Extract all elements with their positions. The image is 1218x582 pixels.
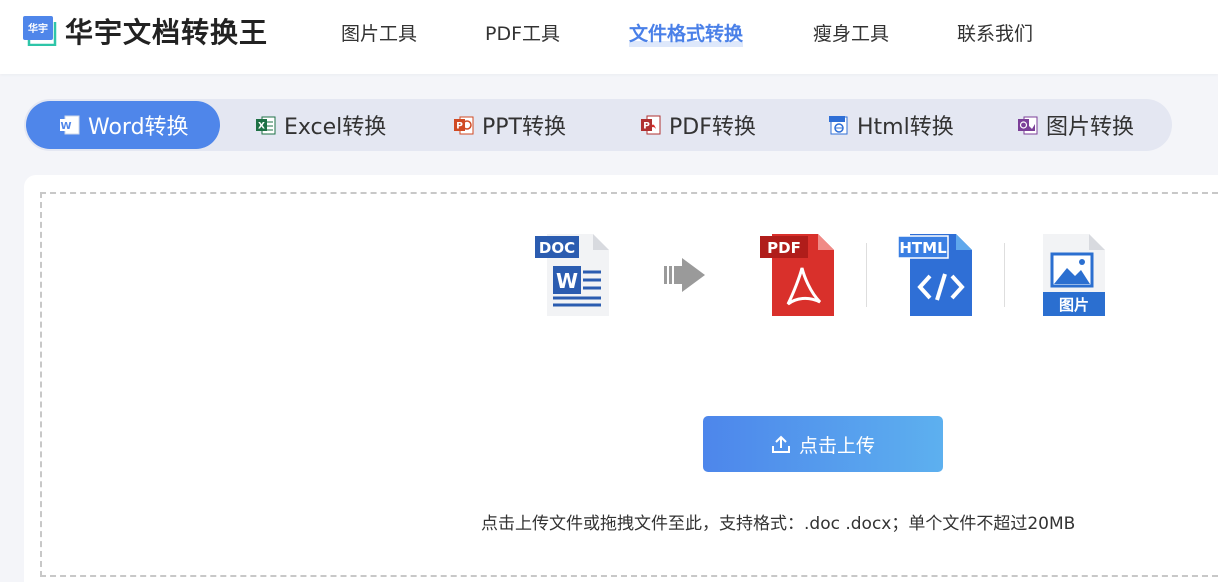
svg-text:P: P — [643, 122, 650, 132]
divider — [1004, 243, 1005, 307]
doc-file-icon: DOC W — [535, 232, 611, 323]
tab-word[interactable]: W Word转换 — [26, 101, 220, 149]
nav-slim-tools[interactable]: 瘦身工具 — [813, 19, 889, 46]
upload-icon — [771, 435, 790, 453]
nav-contact-us[interactable]: 联系我们 — [957, 19, 1033, 46]
tab-ppt[interactable]: P PPT转换 — [454, 101, 566, 149]
nav-pdf-tools[interactable]: PDF工具 — [485, 19, 560, 46]
svg-text:X: X — [258, 122, 265, 132]
app-logo[interactable]: 华宇 华宇文档转换王 — [23, 15, 268, 49]
tab-ppt-label: PPT转换 — [482, 115, 566, 140]
pdf-icon: P — [641, 114, 661, 136]
tab-html[interactable]: Html转换 — [829, 101, 954, 149]
conversion-tabs: W Word转换 X Excel转换 P PPT转换 P PDF转换 Html转… — [24, 99, 1172, 151]
svg-text:W: W — [556, 269, 578, 293]
upload-button[interactable]: 点击上传 — [703, 416, 943, 472]
upload-button-label: 点击上传 — [798, 434, 875, 457]
arrow-right-icon — [664, 258, 706, 297]
ppt-icon: P — [454, 114, 474, 136]
tab-excel-label: Excel转换 — [284, 115, 387, 140]
logo-icon: 华宇 — [23, 16, 57, 47]
pdf-badge-text: PDF — [767, 239, 801, 257]
logo-badge-text: 华宇 — [28, 22, 48, 35]
html-badge-text: HTML — [899, 239, 947, 257]
tab-image-label: 图片转换 — [1046, 115, 1135, 140]
divider — [866, 243, 867, 307]
doc-badge-text: DOC — [539, 239, 575, 257]
nav-format-conversion[interactable]: 文件格式转换 — [629, 19, 744, 47]
svg-text:P: P — [456, 122, 463, 132]
nav-image-tools[interactable]: 图片工具 — [341, 19, 417, 46]
image-file-icon: 图片 — [1031, 232, 1107, 323]
svg-text:W: W — [60, 121, 71, 132]
tab-pdf-label: PDF转换 — [669, 115, 756, 140]
tab-pdf[interactable]: P PDF转换 — [641, 101, 756, 149]
tab-html-label: Html转换 — [857, 115, 954, 140]
pdf-file-icon: PDF — [760, 232, 836, 323]
top-header: 华宇 华宇文档转换王 图片工具 PDF工具 文件格式转换 瘦身工具 联系我们 — [0, 0, 1218, 74]
html-file-icon: HTML — [897, 232, 974, 323]
tab-excel[interactable]: X Excel转换 — [256, 101, 386, 149]
html-icon — [829, 114, 849, 136]
excel-icon: X — [256, 114, 276, 136]
upload-hint: 点击上传文件或拖拽文件至此，支持格式：.doc .docx；单个文件不超过20M… — [481, 514, 1076, 534]
word-icon: W — [60, 114, 80, 136]
tab-image[interactable]: 图片转换 — [1018, 101, 1134, 149]
image-icon — [1018, 114, 1038, 136]
app-title: 华宇文档转换王 — [65, 16, 269, 49]
image-badge-text: 图片 — [1059, 296, 1089, 314]
tab-word-label: Word转换 — [88, 115, 189, 140]
